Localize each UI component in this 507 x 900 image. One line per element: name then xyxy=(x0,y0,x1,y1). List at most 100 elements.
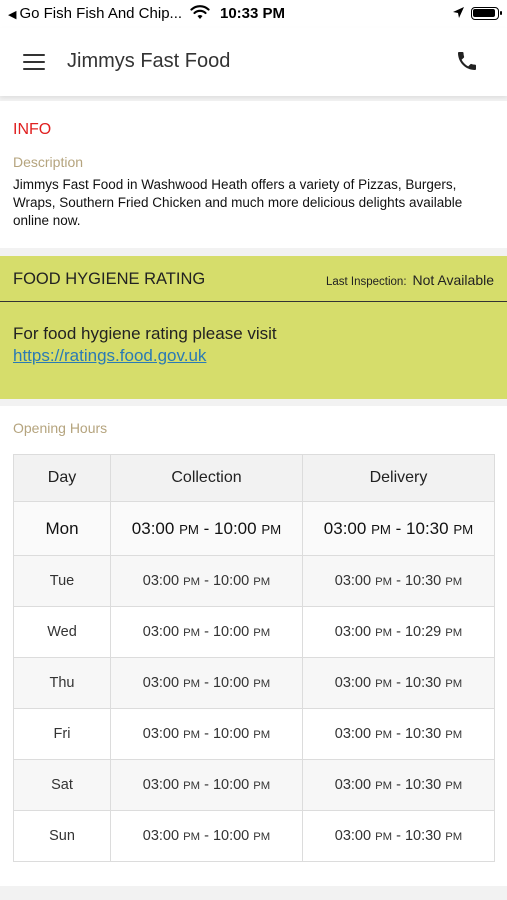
wifi-icon xyxy=(190,5,210,19)
opening-hours-label: Opening Hours xyxy=(13,420,108,436)
pm-label: PM xyxy=(445,729,463,741)
pm-label: PM xyxy=(183,678,201,690)
table-row: Tue 03:00 PM - 10:00 PM 03:00 PM - 10:30 P… xyxy=(13,555,495,607)
status-time: 10:33 PM xyxy=(220,5,286,22)
collection-cell: 03:00 PM - 10:00 PM xyxy=(110,501,303,556)
collection-cell: 03:00 PM - 10:00 PM xyxy=(110,606,303,658)
hamburger-menu-icon[interactable] xyxy=(23,54,45,70)
last-inspection-label: Last Inspection: xyxy=(325,276,407,288)
collection-cell: 03:00 PM - 10:00 PM xyxy=(110,810,303,862)
start-time: 03:00 xyxy=(334,624,372,640)
delivery-cell: 03:00 PM - 10:29 PM xyxy=(302,606,495,658)
pm-label: PM xyxy=(179,521,199,537)
end-time: 10:00 xyxy=(212,573,250,589)
back-app-label: Go Fish Fish And Chip... xyxy=(19,5,183,22)
bottom-strip xyxy=(0,886,507,900)
end-time: 10:30 xyxy=(406,518,449,538)
column-header-delivery: Delivery xyxy=(302,454,495,502)
start-time: 03:00 xyxy=(142,828,180,844)
status-bar: ◀ Go Fish Fish And Chip... 10:33 PM xyxy=(0,0,507,28)
back-to-app-link[interactable]: ◀ Go Fish Fish And Chip... xyxy=(8,5,182,22)
start-time: 03:00 xyxy=(142,675,180,691)
delivery-cell: 03:00 PM - 10:30 PM xyxy=(302,810,495,862)
start-time: 03:00 xyxy=(323,518,367,538)
delivery-cell: 03:00 PM - 10:30 PM xyxy=(302,657,495,709)
hygiene-divider xyxy=(0,301,507,302)
start-time: 03:00 xyxy=(142,726,180,742)
pm-label: PM xyxy=(253,627,271,639)
table-row: Mon 03:00 PM - 10:00 PM 03:00 PM - 10:30 P… xyxy=(13,501,495,556)
table-row: Thu 03:00 PM - 10:00 PM 03:00 PM - 10:30 P… xyxy=(13,657,495,709)
table-row: Sun 03:00 PM - 10:00 PM 03:00 PM - 10:30 P… xyxy=(13,810,495,862)
start-time: 03:00 xyxy=(334,726,372,742)
collection-cell: 03:00 PM - 10:00 PM xyxy=(110,759,303,811)
last-inspection-value: Not Available xyxy=(412,272,494,288)
collection-cell: 03:00 PM - 10:00 PM xyxy=(110,657,303,709)
start-time: 03:00 xyxy=(142,777,180,793)
day-cell: Sat xyxy=(13,759,111,811)
pm-label: PM xyxy=(375,729,393,741)
pm-label: PM xyxy=(375,831,393,843)
column-header-collection: Collection xyxy=(110,454,303,502)
end-time: 10:30 xyxy=(404,777,442,793)
pm-label: PM xyxy=(183,780,201,792)
pm-label: PM xyxy=(445,678,463,690)
pm-label: PM xyxy=(253,576,271,588)
day-cell: Sun xyxy=(13,810,111,862)
pm-label: PM xyxy=(261,521,282,537)
end-time: 10:29 xyxy=(404,624,442,640)
pm-label: PM xyxy=(375,627,393,639)
table-row: Fri 03:00 PM - 10:00 PM 03:00 PM - 10:30 P… xyxy=(13,708,495,760)
day-cell: Thu xyxy=(13,657,111,709)
end-time: 10:30 xyxy=(404,573,442,589)
pm-label: PM xyxy=(375,678,393,690)
pm-label: PM xyxy=(183,576,201,588)
pm-label: PM xyxy=(253,831,271,843)
info-card: INFO Description Jimmys Fast Food in Was… xyxy=(0,101,507,248)
collection-cell: 03:00 PM - 10:00 PM xyxy=(110,555,303,607)
app-header: Jimmys Fast Food xyxy=(0,28,507,96)
food-hygiene-card: FOOD HYGIENE RATING Last Inspection: Not … xyxy=(0,256,507,399)
pm-label: PM xyxy=(445,780,463,792)
hygiene-message: For food hygiene rating please visit xyxy=(13,324,277,343)
table-row: Sat 03:00 PM - 10:00 PM 03:00 PM - 10:30 P… xyxy=(13,759,495,811)
column-header-day: Day xyxy=(13,454,111,502)
delivery-cell: 03:00 PM - 10:30 PM xyxy=(302,501,495,556)
pm-label: PM xyxy=(445,627,463,639)
end-time: 10:00 xyxy=(212,726,250,742)
pm-label: PM xyxy=(183,729,201,741)
delivery-cell: 03:00 PM - 10:30 PM xyxy=(302,759,495,811)
pm-label: PM xyxy=(445,831,463,843)
day-cell: Tue xyxy=(13,555,111,607)
info-heading: INFO xyxy=(13,121,52,138)
start-time: 03:00 xyxy=(334,828,372,844)
hygiene-heading: FOOD HYGIENE RATING xyxy=(13,270,206,288)
location-arrow-icon xyxy=(453,7,464,18)
description-label: Description xyxy=(13,154,84,170)
end-time: 10:30 xyxy=(404,828,442,844)
end-time: 10:00 xyxy=(212,675,250,691)
pm-label: PM xyxy=(253,780,271,792)
pm-label: PM xyxy=(253,678,271,690)
pm-label: PM xyxy=(183,831,201,843)
start-time: 03:00 xyxy=(334,777,372,793)
pm-label: PM xyxy=(453,521,474,537)
pm-label: PM xyxy=(445,576,463,588)
back-triangle-icon: ◀ xyxy=(8,9,17,21)
pm-label: PM xyxy=(375,780,393,792)
restaurant-title: Jimmys Fast Food xyxy=(67,50,231,72)
hygiene-ratings-link[interactable]: https://ratings.food.gov.uk xyxy=(13,346,206,366)
pm-label: PM xyxy=(183,627,201,639)
delivery-cell: 03:00 PM - 10:30 PM xyxy=(302,555,495,607)
start-time: 03:00 xyxy=(334,675,372,691)
collection-cell: 03:00 PM - 10:00 PM xyxy=(110,708,303,760)
opening-hours-table: Day Collection Delivery Mon 03:00 PM - 10… xyxy=(13,454,495,862)
end-time: 10:00 xyxy=(214,518,257,538)
last-inspection: Last Inspection: Not Available xyxy=(326,272,494,288)
day-cell: Fri xyxy=(13,708,111,760)
phone-icon[interactable] xyxy=(455,49,479,73)
end-time: 10:00 xyxy=(212,828,250,844)
start-time: 03:00 xyxy=(142,573,180,589)
battery-icon xyxy=(471,7,502,20)
pm-label: PM xyxy=(375,576,393,588)
